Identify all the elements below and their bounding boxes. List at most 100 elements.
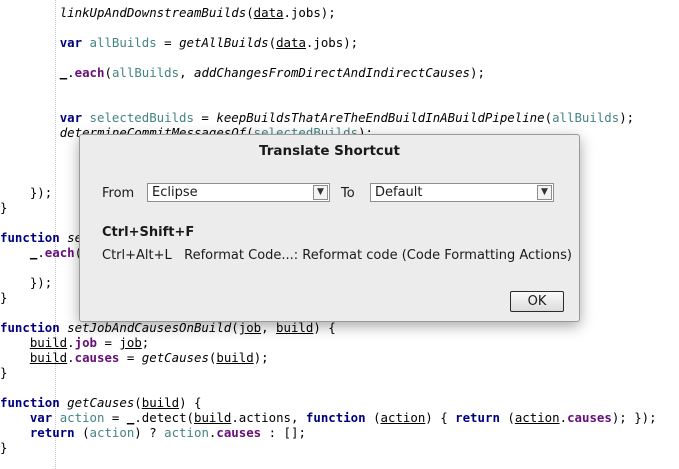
code-token: function	[0, 395, 68, 410]
code-token: return	[455, 410, 508, 425]
code-token: =	[97, 335, 120, 350]
code-token: =	[104, 410, 127, 425]
code-token: }	[0, 440, 8, 455]
code-token: );	[253, 350, 269, 365]
to-keymap-select[interactable]: Default ▼	[370, 183, 554, 202]
dialog-title: Translate Shortcut	[259, 143, 400, 159]
code-token: (	[246, 5, 254, 20]
code-line[interactable]: var allBuilds = getAllBuilds(data.jobs);	[0, 35, 358, 50]
code-token: build	[29, 350, 68, 365]
code-line[interactable]: }	[0, 290, 7, 305]
code-token: build	[276, 320, 314, 335]
to-keymap-value: Default	[375, 185, 423, 200]
code-line[interactable]: function setJobAndCausesOnBuild(job, bui…	[0, 320, 336, 335]
code-token: (	[231, 320, 239, 335]
source-shortcut: Ctrl+Shift+F	[102, 225, 195, 240]
code-token: function	[0, 320, 68, 335]
code-token: var	[59, 110, 90, 125]
code-token: causes	[216, 425, 262, 440]
ok-button[interactable]: OK	[510, 291, 564, 312]
code-token: ,	[179, 65, 194, 80]
code-line[interactable]: return (action) ? action.causes : [];	[0, 425, 306, 440]
code-token: allBuilds	[111, 65, 180, 80]
code-token: .	[37, 245, 45, 260]
code-token: );	[470, 65, 485, 80]
code-token: });	[0, 275, 53, 290]
code-token: =	[193, 110, 217, 125]
code-token: function	[305, 410, 374, 425]
code-token: .detect(	[134, 410, 194, 425]
code-line[interactable]: build.job = job;	[0, 335, 149, 350]
code-token: (	[104, 65, 112, 80]
code-token: =	[156, 35, 180, 50]
code-token: (	[268, 35, 277, 50]
code-token: .	[67, 65, 75, 80]
code-line[interactable]: var action = _.detect(build.actions, fun…	[0, 410, 657, 425]
code-token: allBuilds	[552, 110, 620, 125]
code-line[interactable]: });	[0, 275, 52, 290]
code-token: setJobAndCausesOnBuild	[67, 320, 232, 335]
code-line[interactable]: }	[0, 200, 7, 215]
code-token: build	[216, 350, 254, 365]
code-token: each	[44, 245, 75, 260]
code-line[interactable]: });	[0, 185, 52, 200]
code-token: .	[67, 350, 75, 365]
code-token: job	[238, 320, 262, 335]
code-token: (	[82, 425, 90, 440]
code-token: allBuilds	[89, 35, 157, 50]
code-token: );	[619, 110, 635, 125]
code-token: function	[0, 230, 68, 245]
code-token: : [];	[261, 425, 306, 440]
code-line[interactable]: _.each(	[0, 245, 82, 260]
code-token: job	[74, 335, 98, 350]
code-line[interactable]: _.each(allBuilds, addChangesFromDirectAn…	[0, 65, 485, 80]
from-keymap-select[interactable]: Eclipse ▼	[147, 183, 330, 202]
chevron-down-icon[interactable]: ▼	[537, 185, 552, 200]
code-token: ,	[261, 320, 277, 335]
code-token: .jobs);	[283, 5, 336, 20]
code-token: getAllBuilds	[179, 35, 269, 50]
code-token: var	[59, 35, 90, 50]
code-token: .	[559, 410, 568, 425]
code-token: action	[380, 410, 426, 425]
code-token: build	[141, 395, 180, 410]
code-token: return	[29, 425, 83, 440]
chevron-down-icon[interactable]: ▼	[313, 185, 328, 200]
code-token: job	[119, 335, 142, 350]
code-token: build	[194, 410, 232, 425]
code-token: data	[253, 5, 284, 20]
code-token: ); });	[611, 410, 657, 425]
code-token: ) {	[313, 320, 336, 335]
code-token: linkUpAndDownstreamBuilds	[59, 5, 247, 20]
code-token: each	[74, 65, 105, 80]
code-token: }	[0, 290, 8, 305]
code-token: causes	[567, 410, 612, 425]
code-line[interactable]: var selectedBuilds = keepBuildsThatAreTh…	[0, 110, 634, 125]
code-token: causes	[74, 350, 120, 365]
code-token: action	[514, 410, 560, 425]
code-line[interactable]: }	[0, 440, 7, 455]
code-line[interactable]: build.causes = getCauses(build);	[0, 350, 269, 365]
code-token: action	[59, 410, 105, 425]
code-token: (	[134, 395, 142, 410]
code-token: (	[373, 410, 381, 425]
code-line[interactable]: linkUpAndDownstreamBuilds(data.jobs);	[0, 5, 336, 20]
code-token: var	[29, 410, 60, 425]
translated-shortcut-row[interactable]: Ctrl+Alt+L Reformat Code...: Reformat co…	[102, 248, 572, 263]
code-token: getCauses	[67, 395, 135, 410]
from-keymap-value: Eclipse	[152, 185, 198, 200]
code-line[interactable]: function getCauses(build) {	[0, 395, 201, 410]
code-token: keepBuildsThatAreTheEndBuildInABuildPipe…	[216, 110, 545, 125]
code-token: ) {	[179, 395, 202, 410]
code-token: =	[119, 350, 142, 365]
code-token: getCauses	[141, 350, 209, 365]
code-line[interactable]: }	[0, 365, 7, 380]
